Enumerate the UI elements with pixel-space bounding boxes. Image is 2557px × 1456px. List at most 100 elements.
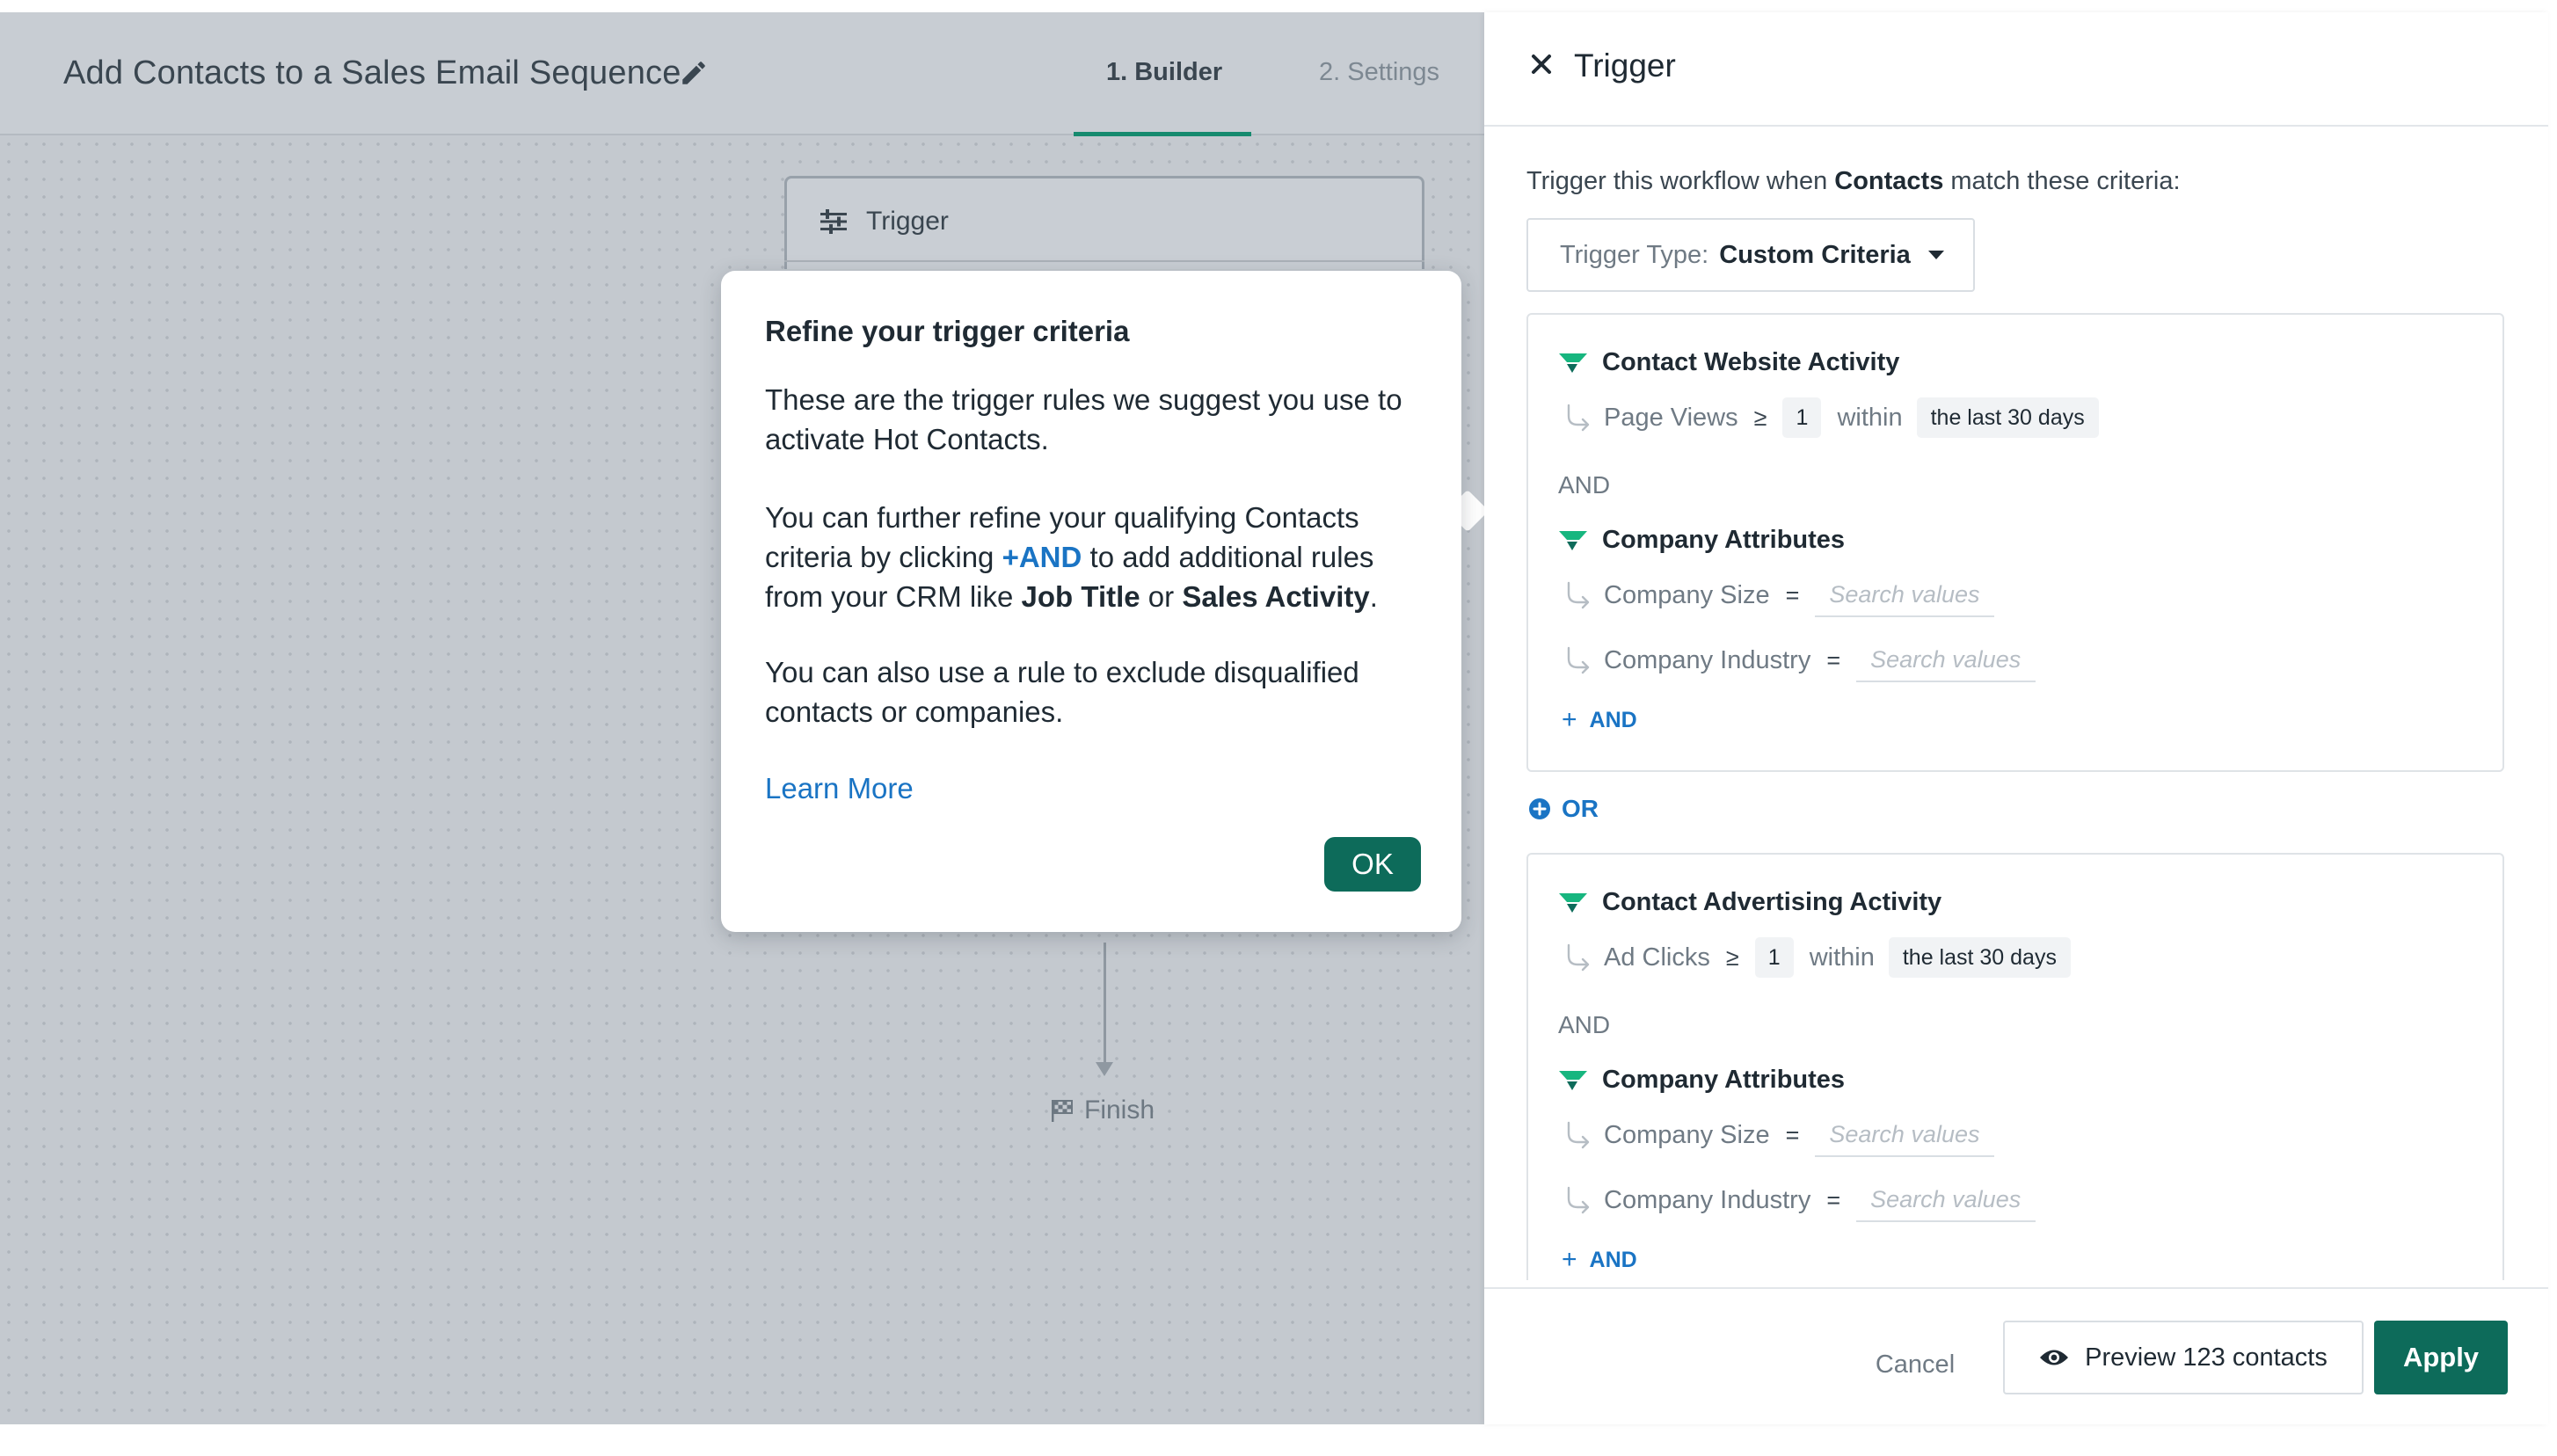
panel-title: Trigger: [1574, 47, 1676, 84]
panel-footer: Cancel Preview 123 contacts Apply: [1484, 1287, 2548, 1424]
add-and-label: AND: [1589, 707, 1637, 732]
flow-arrow-icon: [1096, 1062, 1113, 1076]
and-label: AND: [1558, 1011, 1611, 1038]
section-header: Company Attributes: [1558, 526, 1845, 555]
panel-intro: Trigger this workflow when Contacts matc…: [1526, 167, 2181, 196]
rule-row: Company Industry =: [1565, 1178, 2036, 1222]
section-title: Contact Website Activity: [1602, 348, 1900, 376]
plus-icon: +: [1562, 705, 1577, 734]
rule-field[interactable]: Company Industry: [1604, 1186, 1810, 1215]
plus-icon: +: [1562, 1245, 1577, 1274]
add-and-button[interactable]: + AND: [1562, 1247, 1637, 1273]
rule-operator[interactable]: =: [1826, 1187, 1840, 1214]
preview-contacts-button[interactable]: Preview 123 contacts: [2003, 1321, 2364, 1394]
rule-operator[interactable]: =: [1786, 582, 1800, 609]
workflow-title: Add Contacts to a Sales Email Sequence: [63, 55, 681, 91]
rule-value[interactable]: 1: [1782, 397, 1822, 438]
company-size-search-input[interactable]: [1815, 573, 1995, 617]
flow-connector: [1104, 943, 1106, 1066]
rule-field[interactable]: Page Views: [1604, 404, 1738, 433]
trigger-node[interactable]: Trigger: [784, 176, 1424, 269]
filter-icon: [1559, 1070, 1587, 1090]
popover-paragraph: These are the trigger rules we suggest y…: [765, 383, 1402, 455]
pencil-icon[interactable]: [679, 58, 709, 88]
cancel-button[interactable]: Cancel: [1862, 1328, 1968, 1401]
panel-body: Trigger this workflow when Contacts matc…: [1484, 128, 2548, 1280]
section-title: Contact Advertising Activity: [1602, 888, 1942, 916]
section-header: Contact Advertising Activity: [1558, 888, 1941, 917]
apply-button[interactable]: Apply: [2374, 1321, 2508, 1394]
sliders-icon: [820, 209, 847, 234]
rule-time-range[interactable]: the last 30 days: [1916, 397, 2099, 438]
company-size-search-input[interactable]: [1815, 1113, 1995, 1157]
rule-row: Company Industry =: [1565, 638, 2036, 682]
sales-activity-text: Sales Activity: [1182, 580, 1370, 613]
criteria-group: Contact Website Activity Page Views ≥ 1 …: [1526, 313, 2504, 772]
contacts-text: Contacts: [1834, 167, 1944, 195]
finish-label: Finish: [1084, 1096, 1155, 1125]
trigger-panel: Trigger Trigger this workflow when Conta…: [1484, 12, 2548, 1424]
ok-button[interactable]: OK: [1324, 837, 1421, 892]
rule-value[interactable]: 1: [1754, 937, 1794, 978]
company-industry-search-input[interactable]: [1856, 638, 2036, 682]
rule-time-range[interactable]: the last 30 days: [1888, 937, 2071, 978]
section-title: Company Attributes: [1602, 1066, 1846, 1094]
refine-criteria-popover: Refine your trigger criteria These are t…: [721, 271, 1461, 932]
popover-paragraph: You can further refine your qualifying C…: [765, 498, 1433, 616]
filter-icon: [1559, 892, 1587, 913]
rule-row: Ad Clicks ≥ 1 within the last 30 days: [1565, 935, 2071, 979]
company-industry-search-input[interactable]: [1856, 1178, 2036, 1222]
rule-field[interactable]: Company Industry: [1604, 646, 1810, 675]
branch-icon: [1567, 943, 1590, 972]
rule-operator[interactable]: ≥: [1726, 944, 1739, 972]
rule-operator[interactable]: ≥: [1754, 404, 1767, 432]
add-or-button[interactable]: OR: [1528, 795, 1599, 823]
eye-icon: [2040, 1350, 2069, 1365]
panel-header: Trigger: [1484, 12, 2548, 127]
section-header: Contact Website Activity: [1558, 348, 1899, 377]
text: Trigger this workflow when: [1526, 167, 1835, 195]
filter-icon: [1559, 353, 1587, 373]
close-icon[interactable]: [1528, 51, 1555, 77]
caret-down-icon: [1927, 251, 1944, 259]
branch-icon: [1567, 646, 1590, 674]
workflow-canvas: Add Contacts to a Sales Email Sequence 1…: [0, 12, 1490, 1424]
rule-row: Company Size =: [1565, 573, 1995, 617]
or-label: OR: [1562, 795, 1599, 822]
branch-icon: [1567, 1186, 1590, 1214]
preview-label: Preview 123 contacts: [2085, 1343, 2328, 1372]
criteria-group: Contact Advertising Activity Ad Clicks ≥…: [1526, 853, 2504, 1280]
tab-settings[interactable]: 2. Settings: [1319, 58, 1439, 87]
text: or: [1140, 580, 1183, 613]
branch-icon: [1567, 581, 1590, 609]
section-title: Company Attributes: [1602, 526, 1846, 554]
rule-row: Page Views ≥ 1 within the last 30 days: [1565, 396, 2099, 440]
rule-within: within: [1809, 943, 1875, 972]
popover-title: Refine your trigger criteria: [765, 315, 1130, 347]
rule-field[interactable]: Company Size: [1604, 581, 1770, 610]
active-tab-indicator: [1074, 132, 1251, 136]
job-title-text: Job Title: [1021, 580, 1140, 613]
finish-node: Finish: [1049, 1096, 1155, 1125]
trigger-type-value: Custom Criteria: [1719, 240, 1911, 269]
rule-within: within: [1837, 403, 1903, 432]
workflow-header: Add Contacts to a Sales Email Sequence 1…: [0, 12, 1484, 136]
trigger-type-dropdown[interactable]: Trigger Type: Custom Criteria: [1526, 218, 1975, 292]
checkered-flag-icon: [1052, 1100, 1073, 1122]
branch-icon: [1567, 404, 1590, 432]
popover-paragraph: You can also use a rule to exclude disqu…: [765, 656, 1359, 728]
branch-icon: [1567, 1121, 1590, 1149]
learn-more-link[interactable]: Learn More: [765, 772, 914, 805]
rule-field[interactable]: Company Size: [1604, 1121, 1770, 1150]
rule-operator[interactable]: =: [1786, 1122, 1800, 1149]
trigger-node-label: Trigger: [866, 207, 949, 236]
text: .: [1369, 580, 1378, 613]
tab-builder[interactable]: 1. Builder: [1106, 58, 1222, 87]
add-and-label: AND: [1589, 1247, 1637, 1272]
rule-field[interactable]: Ad Clicks: [1604, 943, 1710, 972]
add-and-button[interactable]: + AND: [1562, 707, 1637, 733]
text: match these criteria:: [1943, 167, 2181, 195]
rule-operator[interactable]: =: [1826, 647, 1840, 674]
rule-row: Company Size =: [1565, 1113, 1995, 1157]
trigger-type-label: Trigger Type:: [1560, 240, 1709, 269]
